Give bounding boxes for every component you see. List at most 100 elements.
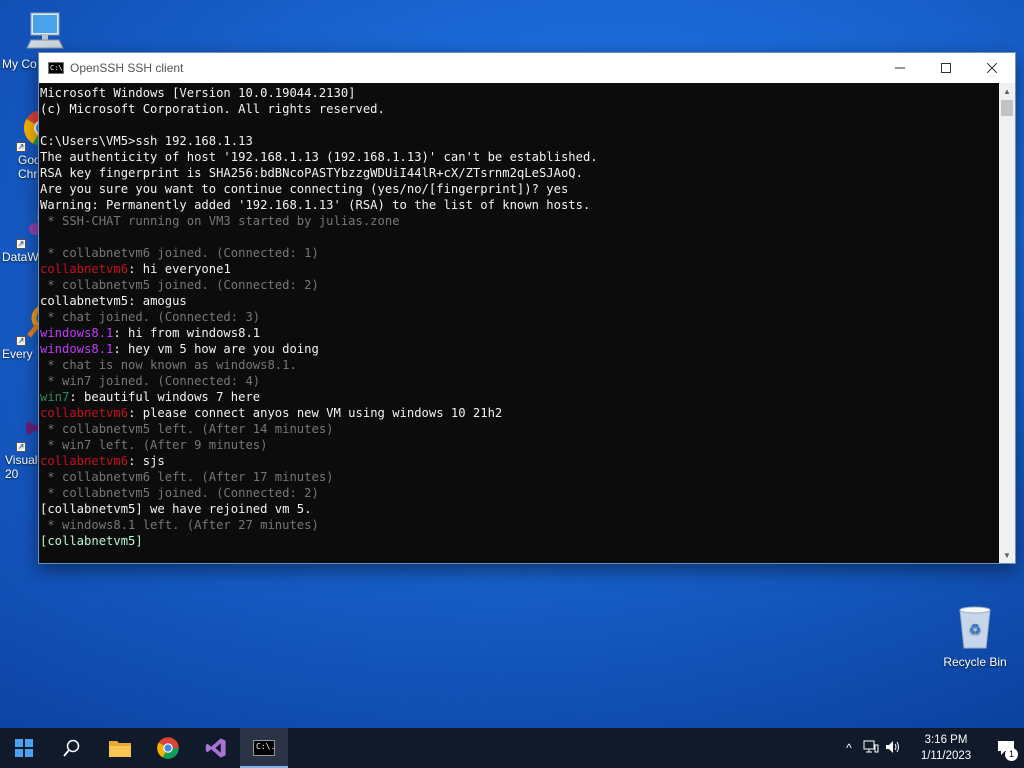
console-text-segment: windows8.1 [40, 326, 114, 340]
console-text-segment: Microsoft Windows [Version 10.0.19044.21… [40, 86, 356, 100]
console-text-segment: (c) Microsoft Corporation. All rights re… [40, 102, 385, 116]
shortcut-arrow-icon: ↗ [16, 336, 26, 346]
console-line: * SSH-CHAT running on VM3 started by jul… [40, 213, 999, 229]
notification-count-badge: 1 [1005, 748, 1018, 761]
show-hidden-icons-chevron-icon[interactable]: ^ [838, 741, 860, 755]
ssh-client-window[interactable]: C:\. OpenSSH SSH client Microsoft Window… [38, 52, 1016, 564]
console-text-segment: collabnetvm6 [40, 406, 129, 420]
volume-icon[interactable] [882, 740, 904, 757]
console-text-segment: collabnetvm6 [40, 454, 129, 468]
taskbar-file-explorer[interactable] [96, 728, 144, 768]
scroll-up-icon[interactable]: ▲ [999, 83, 1015, 99]
network-icon[interactable] [860, 740, 882, 757]
chrome-icon [157, 737, 179, 759]
minimize-button[interactable] [877, 53, 923, 83]
console-app-icon: C:\. [253, 740, 275, 756]
svg-text:♻: ♻ [969, 622, 982, 638]
console-line: collabnetvm6: hi everyone1 [40, 261, 999, 277]
clock-time: 3:16 PM [924, 734, 968, 746]
window-titlebar[interactable]: C:\. OpenSSH SSH client [39, 53, 1015, 83]
minimize-icon [895, 67, 905, 69]
recycle-bin-icon: ♻ [959, 606, 991, 649]
computer-icon [25, 12, 64, 49]
console-text-segment: collabnetvm5 [40, 294, 129, 308]
shortcut-arrow-icon: ↗ [16, 442, 26, 452]
console-text-segment: Are you sure you want to continue connec… [40, 182, 569, 196]
console-text-segment: windows8.1 [40, 342, 114, 356]
action-center-button[interactable]: 1 [988, 728, 1024, 768]
taskbar-console[interactable]: C:\. [240, 728, 288, 768]
scroll-down-icon[interactable]: ▼ [999, 547, 1015, 563]
console-text-segment: collabnetvm6 [40, 262, 129, 276]
console-text-segment: : please connect anyos new VM using wind… [128, 406, 503, 420]
console-text-segment: : hi from windows8.1 [113, 326, 261, 340]
console-text-segment: The authenticity of host '192.168.1.13 (… [40, 150, 598, 164]
console-text-segment: [collabnetvm5] [40, 534, 151, 548]
console-text-segment: * collabnetvm6 left. (After 17 minutes) [40, 470, 334, 484]
close-button[interactable] [969, 53, 1015, 83]
console-line: [collabnetvm5] [40, 533, 999, 549]
close-icon [987, 63, 997, 73]
maximize-button[interactable] [923, 53, 969, 83]
console-text-segment: * win7 joined. (Connected: 4) [40, 374, 261, 388]
scrollbar-thumb[interactable] [1001, 100, 1013, 116]
shortcut-arrow-icon: ↗ [16, 239, 26, 249]
console-text-segment: RSA key fingerprint is SHA256:bdBNcoPAST… [40, 166, 583, 180]
console-text-segment: * windows8.1 left. (After 27 minutes) [40, 518, 319, 532]
console-line: Are you sure you want to continue connec… [40, 181, 999, 197]
taskbar: C:\. ^ 3:16 PM 1/11/2023 1 [0, 728, 1024, 768]
console-line: * win7 left. (After 9 minutes) [40, 437, 999, 453]
console-line: collabnetvm5: amogus [40, 293, 999, 309]
console-line: * collabnetvm6 joined. (Connected: 1) [40, 245, 999, 261]
recycle-bin-label: Recycle Bin [943, 655, 1007, 669]
maximize-icon [941, 63, 951, 73]
console-line: RSA key fingerprint is SHA256:bdBNcoPAST… [40, 165, 999, 181]
console-text-segment: : beautiful windows 7 here [69, 390, 261, 404]
vertical-scrollbar[interactable]: ▲ ▼ [999, 83, 1015, 563]
console-text-segment: [collabnetvm5] we have rejoined vm 5. [40, 502, 312, 516]
console-line: Warning: Permanently added '192.168.1.13… [40, 197, 999, 213]
console-line: collabnetvm6: please connect anyos new V… [40, 405, 999, 421]
console-text-segment: * SSH-CHAT running on VM3 started by jul… [40, 214, 400, 228]
console-text-segment: * collabnetvm5 joined. (Connected: 2) [40, 486, 319, 500]
console-text-segment: * collabnetvm5 joined. (Connected: 2) [40, 278, 319, 292]
console-line: * collabnetvm6 left. (After 17 minutes) [40, 469, 999, 485]
shortcut-arrow-icon: ↗ [16, 142, 26, 152]
desktop: My Co ↗ Goo Chr ↗ DataW ↗ Every ↗ Visual… [0, 0, 1024, 728]
console-line: * chat joined. (Connected: 3) [40, 309, 999, 325]
taskbar-visual-studio[interactable] [192, 728, 240, 768]
window-title: OpenSSH SSH client [70, 61, 184, 75]
console-line: * collabnetvm5 left. (After 14 minutes) [40, 421, 999, 437]
console-text-segment: : sjs [128, 454, 165, 468]
console-text-segment: * chat joined. (Connected: 3) [40, 310, 261, 324]
desktop-icon-recycle-bin[interactable]: ♻ Recycle Bin [940, 604, 1010, 669]
console-output[interactable]: Microsoft Windows [Version 10.0.19044.21… [39, 83, 999, 563]
console-text-segment: : hi everyone1 [128, 262, 231, 276]
start-button[interactable] [0, 728, 48, 768]
system-tray: ^ 3:16 PM 1/11/2023 1 [838, 728, 1024, 768]
console-text-segment: : hey vm 5 how are you doing [113, 342, 319, 356]
console-line: win7: beautiful windows 7 here [40, 389, 999, 405]
console-line: [collabnetvm5] we have rejoined vm 5. [40, 501, 999, 517]
window-controls [877, 53, 1015, 83]
console-line: windows8.1: hi from windows8.1 [40, 325, 999, 341]
console-line: collabnetvm6: sjs [40, 453, 999, 469]
visual-studio-icon [205, 738, 226, 758]
taskbar-chrome[interactable] [144, 728, 192, 768]
console-line: The authenticity of host '192.168.1.13 (… [40, 149, 999, 165]
search-button[interactable] [48, 728, 96, 768]
console-text-segment: Warning: Permanently added '192.168.1.13… [40, 198, 591, 212]
console-line: * collabnetvm5 joined. (Connected: 2) [40, 485, 999, 501]
console-text-segment: C:\Users\VM5>ssh 192.168.1.13 [40, 134, 253, 148]
console-line: Microsoft Windows [Version 10.0.19044.21… [40, 85, 999, 101]
taskbar-clock[interactable]: 3:16 PM 1/11/2023 [910, 732, 982, 764]
console-text-segment: win7 [40, 390, 70, 404]
clock-date: 1/11/2023 [920, 750, 972, 762]
console-text-segment: * collabnetvm5 left. (After 14 minutes) [40, 422, 334, 436]
console-line: (c) Microsoft Corporation. All rights re… [40, 101, 999, 117]
console-line: * chat is now known as windows8.1. [40, 357, 999, 373]
console-line: * windows8.1 left. (After 27 minutes) [40, 517, 999, 533]
console-text-segment: * chat is now known as windows8.1. [40, 358, 297, 372]
